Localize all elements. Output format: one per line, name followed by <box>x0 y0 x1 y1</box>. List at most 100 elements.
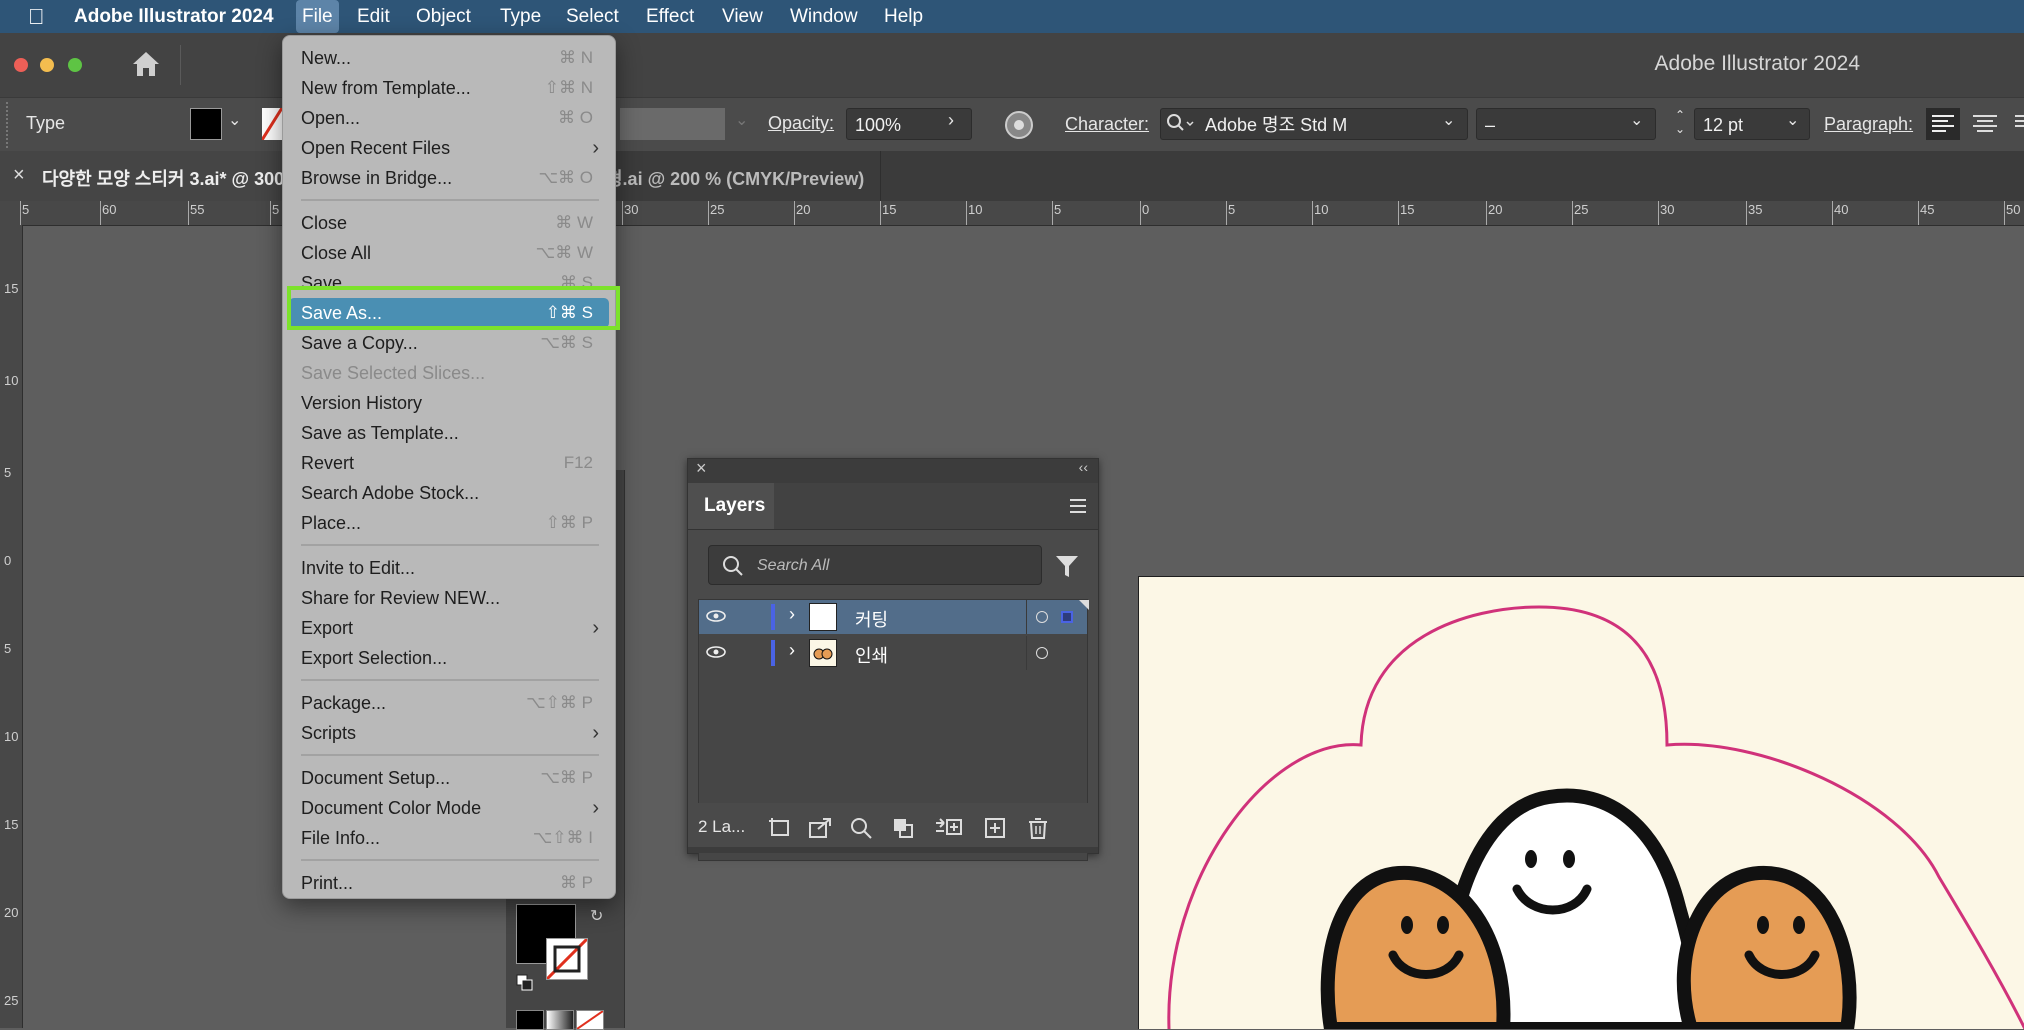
font-size-stepper[interactable]: ⌃ ⌄ <box>1670 108 1690 140</box>
menu-edit[interactable]: Edit <box>357 0 390 33</box>
chevron-right-icon[interactable]: › <box>789 604 795 625</box>
tab-document-1[interactable]: × 다양한 모양 스티커 3.ai* @ 300 <box>0 151 290 201</box>
tab-layers[interactable]: Layers <box>688 483 774 529</box>
resize-handle[interactable] <box>688 847 1098 853</box>
menu-item-open-recent-files[interactable]: Open Recent Files › <box>283 133 617 163</box>
swap-colors-icon[interactable]: ↻ <box>590 906 603 926</box>
menu-item-save-a-copy[interactable]: Save a Copy... ⌥⌘ S <box>283 328 617 358</box>
new-sublayer-icon[interactable] <box>934 817 964 844</box>
tab-document-2[interactable]: 형.ai @ 200 % (CMYK/Preview) <box>600 151 881 201</box>
menu-view[interactable]: View <box>722 0 763 33</box>
clipping-mask-icon[interactable] <box>892 817 916 844</box>
menu-item-document-color-mode[interactable]: Document Color Mode › <box>283 793 617 823</box>
menu-item-export-selection[interactable]: Export Selection... <box>283 643 617 673</box>
menu-item-browse-in-bridge[interactable]: Browse in Bridge... ⌥⌘ O <box>283 163 617 193</box>
menu-object[interactable]: Object <box>416 0 471 33</box>
layer-name[interactable]: 인쇄 <box>855 642 888 668</box>
export-icon[interactable] <box>808 817 832 844</box>
menu-item-search-adobe-stock[interactable]: Search Adobe Stock... <box>283 478 617 508</box>
menu-item-package[interactable]: Package... ⌥⇧⌘ P <box>283 688 617 718</box>
ruler-tick-label: 30 <box>624 202 639 217</box>
stroke-swatch[interactable] <box>262 108 282 140</box>
menu-item-new[interactable]: New... ⌘ N <box>283 43 617 73</box>
chevron-right-icon[interactable]: › <box>948 110 954 131</box>
color-mode-button[interactable] <box>516 1010 544 1030</box>
menu-item-revert[interactable]: Revert F12 <box>283 448 617 478</box>
menu-item-export[interactable]: Export › <box>283 613 617 643</box>
grip-handle[interactable] <box>6 102 12 148</box>
chevron-down-icon[interactable]: ⌄ <box>228 110 241 130</box>
collect-for-export-icon[interactable] <box>768 817 792 844</box>
collapse-icon[interactable]: ‹‹ <box>1079 459 1088 475</box>
paragraph-label[interactable]: Paragraph: <box>1824 114 1913 135</box>
character-label[interactable]: Character: <box>1065 114 1149 135</box>
menu-type[interactable]: Type <box>500 0 541 33</box>
apple-icon[interactable]:  <box>28 0 45 33</box>
menu-item-place[interactable]: Place... ⇧⌘ P <box>283 508 617 538</box>
menu-window[interactable]: Window <box>790 0 858 33</box>
menu-item-version-history[interactable]: Version History <box>283 388 617 418</box>
align-left-icon[interactable] <box>1926 108 1960 140</box>
sticker-artwork[interactable] <box>1139 577 2024 1029</box>
font-family-input[interactable]: Adobe 명조 Std M <box>1160 108 1468 140</box>
align-right-icon[interactable] <box>2010 108 2024 140</box>
close-window-button[interactable] <box>14 58 28 72</box>
chevron-right-icon[interactable]: › <box>789 640 795 661</box>
menu-item-close[interactable]: Close ⌘ W <box>283 208 617 238</box>
menu-help[interactable]: Help <box>884 0 923 33</box>
recolor-icon[interactable] <box>1004 110 1034 145</box>
menu-file[interactable]: File <box>296 0 339 33</box>
new-layer-icon[interactable] <box>984 817 1008 844</box>
chevron-down-icon[interactable]: ⌄ <box>1786 110 1799 130</box>
close-icon[interactable]: × <box>696 458 707 479</box>
menu-item-file-info[interactable]: File Info... ⌥⇧⌘ I <box>283 823 617 853</box>
selection-indicator-icon[interactable] <box>1061 611 1073 623</box>
menu-item-shortcut: ⌥⇧⌘ P <box>526 693 593 712</box>
menu-item-scripts[interactable]: Scripts › <box>283 718 617 748</box>
close-icon[interactable]: × <box>13 164 25 187</box>
menu-item-document-setup[interactable]: Document Setup... ⌥⌘ P <box>283 763 617 793</box>
menu-item-save-as-template[interactable]: Save as Template... <box>283 418 617 448</box>
menu-item-share-for-review-new[interactable]: Share for Review NEW... <box>283 583 617 613</box>
vertical-ruler[interactable]: 15 10 5 0 5 10 15 20 25 <box>0 225 23 1028</box>
menu-item-open[interactable]: Open... ⌘ O <box>283 103 617 133</box>
style-field[interactable] <box>620 108 725 140</box>
gradient-mode-button[interactable] <box>546 1010 574 1030</box>
panel-header[interactable]: × ‹‹ <box>688 458 1098 483</box>
artboard[interactable] <box>1138 576 2024 1029</box>
eye-icon[interactable] <box>705 642 727 667</box>
menu-item-shortcut: ⌘ P <box>559 873 593 892</box>
target-icon[interactable] <box>1036 647 1048 659</box>
ruler-tick-label: 10 <box>4 373 19 388</box>
menu-effect[interactable]: Effect <box>646 0 694 33</box>
locate-object-icon[interactable] <box>850 817 874 844</box>
target-icon[interactable] <box>1036 611 1048 623</box>
opacity-label[interactable]: Opacity: <box>768 113 834 134</box>
menu-item-close-all[interactable]: Close All ⌥⌘ W <box>283 238 617 268</box>
layer-row[interactable]: › 커팅 <box>699 600 1089 634</box>
menu-item-new-from-template[interactable]: New from Template... ⇧⌘ N <box>283 73 617 103</box>
eye-icon[interactable] <box>705 606 727 631</box>
none-mode-button[interactable] <box>576 1010 604 1030</box>
minimize-window-button[interactable] <box>40 58 54 72</box>
stroke-color-swatch[interactable] <box>546 938 588 980</box>
layer-name[interactable]: 커팅 <box>855 606 888 632</box>
layer-row[interactable]: › 인쇄 <box>699 636 1087 670</box>
chevron-down-icon[interactable]: ⌄ <box>735 110 748 130</box>
menu-item-invite-to-edit[interactable]: Invite to Edit... <box>283 553 617 583</box>
layers-search-input[interactable]: Search All <box>708 545 1042 585</box>
home-icon[interactable] <box>130 49 162 84</box>
font-style-input[interactable]: – <box>1476 108 1656 140</box>
fill-swatch[interactable] <box>190 108 222 140</box>
filter-icon[interactable] <box>1054 553 1080 584</box>
hamburger-menu-icon[interactable] <box>1068 497 1088 520</box>
zoom-window-button[interactable] <box>68 58 82 72</box>
menu-item-print[interactable]: Print... ⌘ P <box>283 868 617 898</box>
chevron-down-icon[interactable]: ⌄ <box>1442 110 1455 130</box>
align-center-icon[interactable] <box>1968 108 2002 140</box>
app-name-menu[interactable]: Adobe Illustrator 2024 <box>74 0 274 33</box>
trash-icon[interactable] <box>1026 817 1050 844</box>
menu-select[interactable]: Select <box>566 0 619 33</box>
default-colors-icon[interactable] <box>516 974 534 992</box>
chevron-down-icon[interactable]: ⌄ <box>1630 110 1643 130</box>
